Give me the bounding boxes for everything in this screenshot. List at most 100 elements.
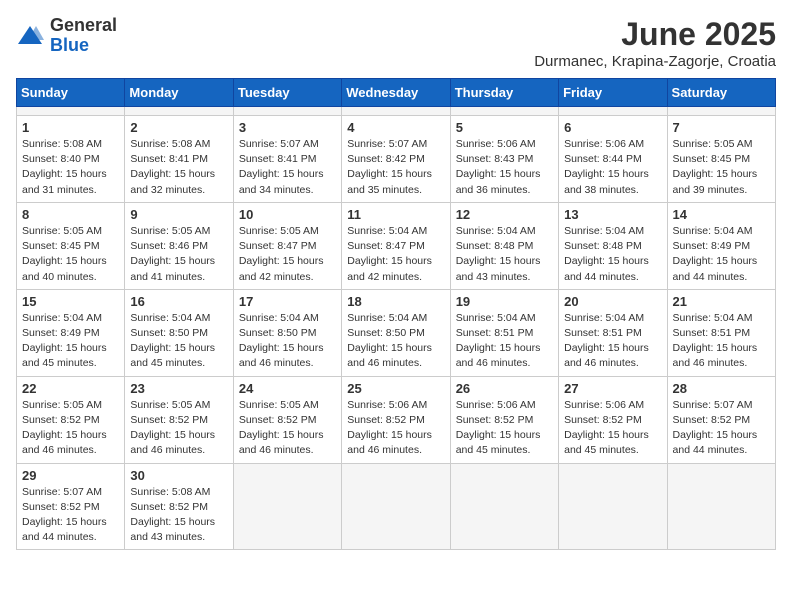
- calendar-cell: 21Sunrise: 5:04 AMSunset: 8:51 PMDayligh…: [667, 289, 775, 376]
- day-number: 25: [347, 381, 444, 396]
- day-info: Sunrise: 5:05 AMSunset: 8:52 PMDaylight:…: [22, 398, 119, 459]
- day-number: 22: [22, 381, 119, 396]
- calendar-week-row: 8 Sunrise: 5:05 AMSunset: 8:45 PMDaylight…: [17, 202, 776, 289]
- logo-icon: [16, 22, 44, 50]
- calendar-week-row: 22 Sunrise: 5:05 AMSunset: 8:52 PMDayligh…: [17, 376, 776, 463]
- calendar-cell: 8 Sunrise: 5:05 AMSunset: 8:45 PMDaylight…: [17, 202, 125, 289]
- calendar-cell: 24Sunrise: 5:05 AMSunset: 8:52 PMDayligh…: [233, 376, 341, 463]
- logo-blue-text: Blue: [50, 36, 117, 56]
- calendar-cell: 18Sunrise: 5:04 AMSunset: 8:50 PMDayligh…: [342, 289, 450, 376]
- calendar-cell: 23Sunrise: 5:05 AMSunset: 8:52 PMDayligh…: [125, 376, 233, 463]
- day-info: Sunrise: 5:04 AMSunset: 8:47 PMDaylight:…: [347, 224, 444, 285]
- day-number: 26: [456, 381, 553, 396]
- calendar-cell: 9Sunrise: 5:05 AMSunset: 8:46 PMDaylight…: [125, 202, 233, 289]
- calendar-cell: 14 Sunrise: 5:04 AMSunset: 8:49 PMDayligh…: [667, 202, 775, 289]
- calendar-cell: [450, 107, 558, 116]
- day-info: Sunrise: 5:05 AMSunset: 8:47 PMDaylight:…: [239, 224, 336, 285]
- day-info: Sunrise: 5:04 AMSunset: 8:51 PMDaylight:…: [456, 311, 553, 372]
- day-info: Sunrise: 5:06 AMSunset: 8:43 PMDaylight:…: [456, 137, 553, 198]
- calendar-cell: [667, 463, 775, 550]
- calendar-cell: 3Sunrise: 5:07 AMSunset: 8:41 PMDaylight…: [233, 116, 341, 203]
- day-number: 17: [239, 294, 336, 309]
- calendar-cell: 11 Sunrise: 5:04 AMSunset: 8:47 PMDayligh…: [342, 202, 450, 289]
- day-number: 8: [22, 207, 119, 222]
- calendar-cell: [342, 463, 450, 550]
- calendar-cell: 15 Sunrise: 5:04 AMSunset: 8:49 PMDayligh…: [17, 289, 125, 376]
- day-number: 5: [456, 120, 553, 135]
- calendar-cell: [559, 107, 667, 116]
- day-header-tuesday: Tuesday: [233, 79, 341, 107]
- day-info: Sunrise: 5:05 AMSunset: 8:46 PMDaylight:…: [130, 224, 227, 285]
- day-number: 24: [239, 381, 336, 396]
- calendar-cell: 1Sunrise: 5:08 AMSunset: 8:40 PMDaylight…: [17, 116, 125, 203]
- calendar-cell: 6Sunrise: 5:06 AMSunset: 8:44 PMDaylight…: [559, 116, 667, 203]
- calendar-cell: [450, 463, 558, 550]
- logo-text: General Blue: [50, 16, 117, 56]
- day-number: 29: [22, 468, 119, 483]
- calendar-cell: 10 Sunrise: 5:05 AMSunset: 8:47 PMDayligh…: [233, 202, 341, 289]
- calendar-cell: [125, 107, 233, 116]
- day-number: 21: [673, 294, 770, 309]
- day-header-saturday: Saturday: [667, 79, 775, 107]
- day-number: 15: [22, 294, 119, 309]
- day-number: 19: [456, 294, 553, 309]
- calendar-cell: 2 Sunrise: 5:08 AMSunset: 8:41 PMDaylight…: [125, 116, 233, 203]
- day-header-thursday: Thursday: [450, 79, 558, 107]
- calendar-week-row: [17, 107, 776, 116]
- day-info: Sunrise: 5:06 AMSunset: 8:52 PMDaylight:…: [564, 398, 661, 459]
- logo-general-text: General: [50, 16, 117, 36]
- day-info: Sunrise: 5:04 AMSunset: 8:49 PMDaylight:…: [22, 311, 119, 372]
- calendar-cell: 30 Sunrise: 5:08 AMSunset: 8:52 PMDayligh…: [125, 463, 233, 550]
- month-title: June 2025: [534, 16, 776, 53]
- calendar-cell: 4 Sunrise: 5:07 AMSunset: 8:42 PMDaylight…: [342, 116, 450, 203]
- day-info: Sunrise: 5:04 AMSunset: 8:48 PMDaylight:…: [564, 224, 661, 285]
- day-header-sunday: Sunday: [17, 79, 125, 107]
- day-info: Sunrise: 5:05 AMSunset: 8:45 PMDaylight:…: [673, 137, 770, 198]
- day-number: 14: [673, 207, 770, 222]
- day-info: Sunrise: 5:07 AMSunset: 8:42 PMDaylight:…: [347, 137, 444, 198]
- day-info: Sunrise: 5:04 AMSunset: 8:50 PMDaylight:…: [239, 311, 336, 372]
- calendar-cell: 20Sunrise: 5:04 AMSunset: 8:51 PMDayligh…: [559, 289, 667, 376]
- calendar-week-row: 1Sunrise: 5:08 AMSunset: 8:40 PMDaylight…: [17, 116, 776, 203]
- day-info: Sunrise: 5:04 AMSunset: 8:49 PMDaylight:…: [673, 224, 770, 285]
- calendar-cell: [17, 107, 125, 116]
- title-area: June 2025 Durmanec, Krapina-Zagorje, Cro…: [534, 16, 776, 70]
- day-info: Sunrise: 5:05 AMSunset: 8:45 PMDaylight:…: [22, 224, 119, 285]
- calendar-cell: 29Sunrise: 5:07 AMSunset: 8:52 PMDayligh…: [17, 463, 125, 550]
- day-header-friday: Friday: [559, 79, 667, 107]
- page-header: General Blue June 2025 Durmanec, Krapina…: [16, 16, 776, 70]
- calendar-cell: 27 Sunrise: 5:06 AMSunset: 8:52 PMDayligh…: [559, 376, 667, 463]
- day-info: Sunrise: 5:04 AMSunset: 8:48 PMDaylight:…: [456, 224, 553, 285]
- day-number: 6: [564, 120, 661, 135]
- day-number: 13: [564, 207, 661, 222]
- calendar-cell: 19 Sunrise: 5:04 AMSunset: 8:51 PMDayligh…: [450, 289, 558, 376]
- calendar-cell: 25 Sunrise: 5:06 AMSunset: 8:52 PMDayligh…: [342, 376, 450, 463]
- logo: General Blue: [16, 16, 117, 56]
- day-info: Sunrise: 5:06 AMSunset: 8:52 PMDaylight:…: [347, 398, 444, 459]
- day-header-monday: Monday: [125, 79, 233, 107]
- day-number: 4: [347, 120, 444, 135]
- calendar-cell: [233, 107, 341, 116]
- calendar-cell: [342, 107, 450, 116]
- day-number: 12: [456, 207, 553, 222]
- day-info: Sunrise: 5:04 AMSunset: 8:50 PMDaylight:…: [347, 311, 444, 372]
- day-info: Sunrise: 5:06 AMSunset: 8:52 PMDaylight:…: [456, 398, 553, 459]
- calendar-cell: 28Sunrise: 5:07 AMSunset: 8:52 PMDayligh…: [667, 376, 775, 463]
- day-number: 2: [130, 120, 227, 135]
- day-number: 30: [130, 468, 227, 483]
- calendar-cell: 26 Sunrise: 5:06 AMSunset: 8:52 PMDayligh…: [450, 376, 558, 463]
- calendar-cell: 13 Sunrise: 5:04 AMSunset: 8:48 PMDayligh…: [559, 202, 667, 289]
- day-number: 27: [564, 381, 661, 396]
- day-number: 20: [564, 294, 661, 309]
- day-info: Sunrise: 5:08 AMSunset: 8:52 PMDaylight:…: [130, 485, 227, 546]
- calendar-header-row: SundayMondayTuesdayWednesdayThursdayFrid…: [17, 79, 776, 107]
- day-number: 1: [22, 120, 119, 135]
- day-number: 10: [239, 207, 336, 222]
- day-number: 11: [347, 207, 444, 222]
- calendar-week-row: 15 Sunrise: 5:04 AMSunset: 8:49 PMDayligh…: [17, 289, 776, 376]
- calendar-cell: 7Sunrise: 5:05 AMSunset: 8:45 PMDaylight…: [667, 116, 775, 203]
- day-number: 3: [239, 120, 336, 135]
- calendar-cell: 5 Sunrise: 5:06 AMSunset: 8:43 PMDaylight…: [450, 116, 558, 203]
- calendar-cell: 22 Sunrise: 5:05 AMSunset: 8:52 PMDayligh…: [17, 376, 125, 463]
- day-info: Sunrise: 5:08 AMSunset: 8:41 PMDaylight:…: [130, 137, 227, 198]
